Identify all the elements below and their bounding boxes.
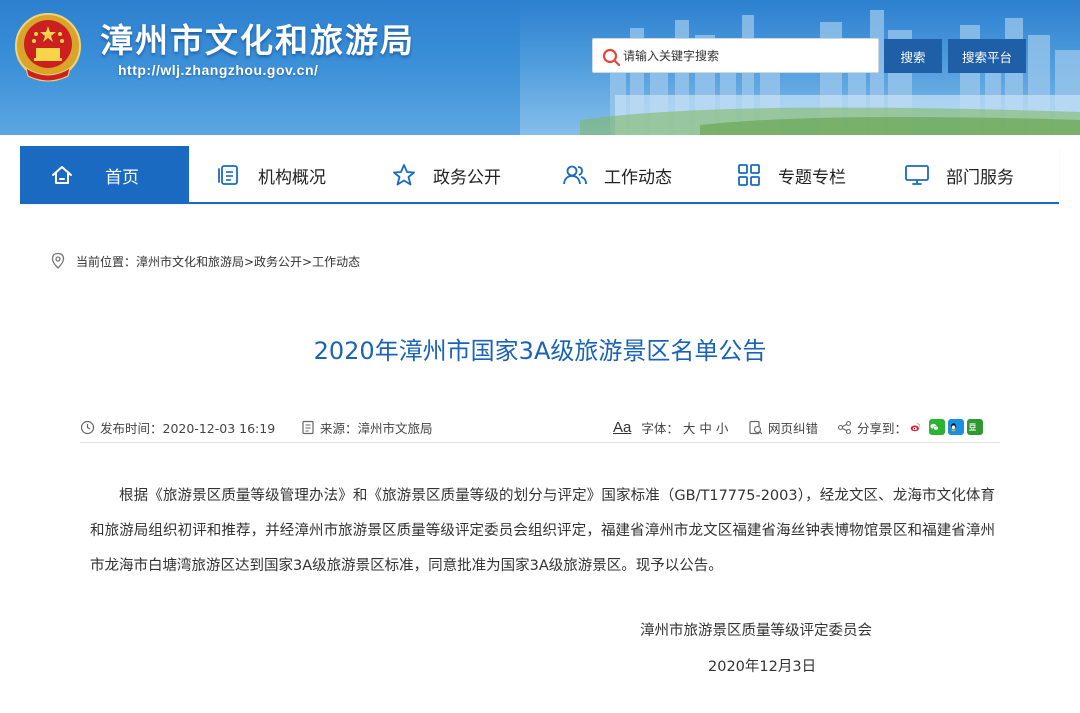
qq-share-icon[interactable]	[948, 419, 965, 435]
article-title: 2020年漳州市国家3A级旅游景区名单公告	[313, 337, 767, 365]
weibo-share-icon[interactable]	[910, 419, 927, 435]
error-report-link[interactable]: 网页纠错	[748, 418, 818, 436]
error-report-label: 网页纠错	[768, 420, 819, 436]
nav-item-label: 政务公开	[433, 167, 501, 188]
nav-item-about[interactable]: 机构概况	[216, 146, 326, 204]
site-title: 漳州市文化和旅游局	[100, 21, 415, 60]
breadcrumb-text[interactable]: 当前位置：漳州市文化和旅游局>政务公开>工作动态	[76, 253, 360, 270]
nav-item-label: 机构概况	[258, 167, 326, 188]
search-button[interactable]: 搜索	[884, 39, 942, 73]
search-icon	[602, 48, 621, 67]
nav-item-label: 首页	[105, 167, 139, 188]
search-box	[592, 38, 879, 73]
document-icon	[218, 165, 238, 185]
breadcrumb: 当前位置：漳州市文化和旅游局>政务公开>工作动态	[50, 251, 360, 271]
nav-item-public-affairs[interactable]: 政务公开	[391, 146, 501, 204]
nav-item-label: 部门服务	[946, 167, 1014, 188]
site-header: 漳州市文化和旅游局 http://wlj.zhangzhou.gov.cn/ 搜…	[0, 0, 1080, 135]
report-error-icon	[749, 420, 763, 434]
nav-item-home[interactable]: 首页	[20, 146, 189, 204]
nav-item-special-topics[interactable]: 专题专栏	[736, 146, 846, 204]
share-icon	[837, 420, 852, 434]
font-size-control: Aa 字体： 大 中 小	[613, 418, 728, 436]
wechat-share-icon[interactable]	[929, 419, 946, 435]
monitor-icon	[905, 165, 929, 185]
font-size-small[interactable]: 小	[716, 418, 729, 437]
home-icon	[52, 166, 72, 184]
share-bar: 分享到：	[837, 418, 984, 436]
search-input[interactable]	[623, 39, 873, 72]
clock-icon	[80, 420, 95, 434]
search-platform-button[interactable]: 搜索平台	[948, 39, 1026, 73]
nav-item-label: 工作动态	[604, 167, 672, 188]
douban-share-icon[interactable]	[967, 419, 984, 435]
font-size-large[interactable]: 大	[683, 418, 696, 437]
main-nav: 首页 机构概况 政务公开 工作动态 专题专栏 部门服务	[20, 146, 1059, 204]
article-meta-bar: 发布时间：2020-12-03 16:19 来源：漳州市文旅局 Aa 字体： 大…	[80, 413, 1000, 443]
article-sign-date: 2020年12月3日	[708, 659, 817, 675]
share-label: 分享到：	[857, 420, 908, 436]
users-icon	[563, 165, 587, 185]
source-text: 来源：漳州市文旅局	[320, 420, 433, 436]
location-pin-icon	[51, 252, 65, 269]
font-size-icon: Aa	[613, 418, 632, 436]
article-source: 来源：漳州市文旅局	[301, 418, 433, 436]
national-emblem	[15, 13, 81, 82]
site-url[interactable]: http://wlj.zhangzhou.gov.cn/	[118, 62, 318, 78]
nav-item-services[interactable]: 部门服务	[904, 146, 1014, 204]
publish-date-text: 发布时间：2020-12-03 16:19	[100, 420, 276, 436]
source-document-icon	[302, 420, 314, 434]
publish-date: 发布时间：2020-12-03 16:19	[80, 418, 275, 436]
font-size-label: 字体：	[641, 420, 679, 436]
nav-item-label: 专题专栏	[778, 167, 846, 188]
article-signature: 漳州市旅游景区质量等级评定委员会	[640, 623, 872, 639]
font-size-medium[interactable]: 中	[699, 418, 712, 437]
star-icon	[393, 164, 415, 186]
nav-item-work-news[interactable]: 工作动态	[562, 146, 672, 204]
article-body: 根据《旅游景区质量等级管理办法》和《旅游景区质量等级的划分与评定》国家标准（GB…	[90, 488, 995, 574]
grid-icon	[738, 164, 760, 186]
